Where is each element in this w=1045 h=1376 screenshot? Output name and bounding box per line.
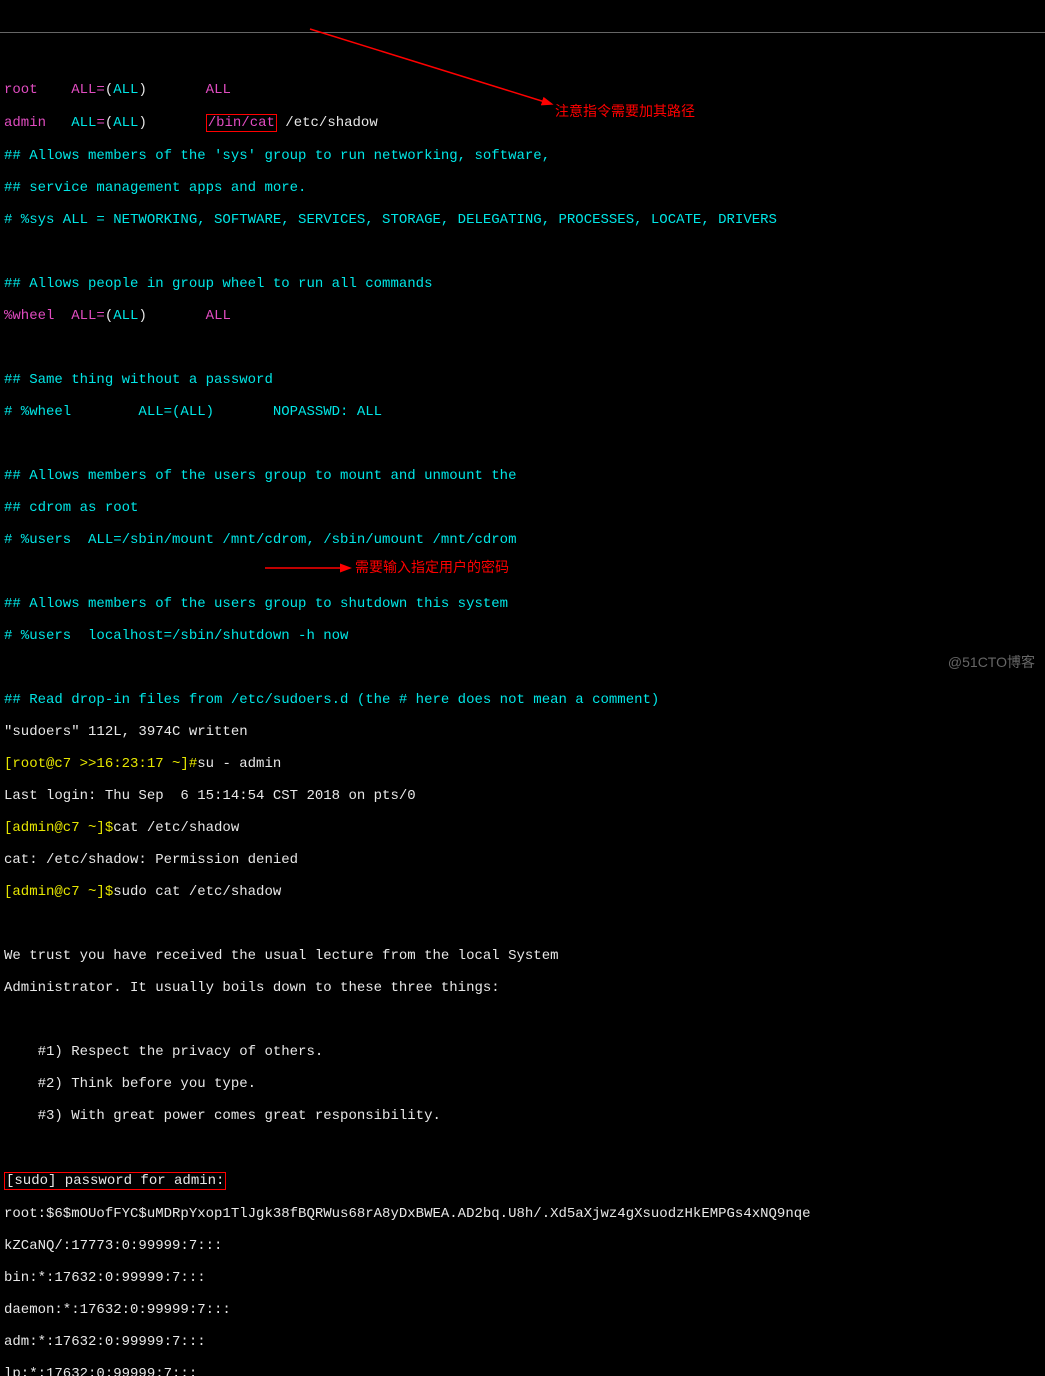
line: [root@c7 >>16:23:17 ~]#su - admin (4, 756, 1041, 772)
line: lp:*:17632:0:99999:7::: (4, 1366, 1041, 1376)
line: "sudoers" 112L, 3974C written (4, 724, 1041, 740)
command: sudo cat /etc/shadow (113, 884, 281, 900)
line: adm:*:17632:0:99999:7::: (4, 1334, 1041, 1350)
line: cat: /etc/shadow: Permission denied (4, 852, 1041, 868)
blank-line (4, 564, 1041, 580)
line: [admin@c7 ~]$sudo cat /etc/shadow (4, 884, 1041, 900)
blank-line (4, 916, 1041, 932)
line: Administrator. It usually boils down to … (4, 980, 1041, 996)
line: Last login: Thu Sep 6 15:14:54 CST 2018 … (4, 788, 1041, 804)
command: cat /etc/shadow (113, 820, 239, 836)
line: # %wheel ALL=(ALL) NOPASSWD: ALL (4, 404, 1041, 420)
line: [admin@c7 ~]$cat /etc/shadow (4, 820, 1041, 836)
annotation-text-1: 注意指令需要加其路径 (555, 103, 695, 119)
highlighted-path-box: /bin/cat (206, 114, 277, 132)
command: su - admin (197, 756, 281, 772)
line: root:$6$mOUofFYC$uMDRpYxop1TlJgk38fBQRWu… (4, 1206, 1041, 1222)
line: ## Same thing without a password (4, 372, 1041, 388)
line: daemon:*:17632:0:99999:7::: (4, 1302, 1041, 1318)
line: root ALL=(ALL) ALL (4, 82, 1041, 98)
line: [sudo] password for admin: (4, 1172, 1041, 1190)
blank-line (4, 1140, 1041, 1156)
terminal-output: root ALL=(ALL) ALL admin ALL=(ALL) /bin/… (0, 64, 1045, 1376)
annotation-text-2: 需要输入指定用户的密码 (355, 559, 509, 575)
line: admin ALL=(ALL) /bin/cat /etc/shadow (4, 114, 1041, 132)
line: # %users ALL=/sbin/mount /mnt/cdrom, /sb… (4, 532, 1041, 548)
divider-line (0, 32, 1045, 33)
line: #1) Respect the privacy of others. (4, 1044, 1041, 1060)
prompt-admin: [admin@c7 ~]$ (4, 884, 113, 900)
line: ## Allows members of the 'sys' group to … (4, 148, 1041, 164)
blank-line (4, 660, 1041, 676)
line: %wheel ALL=(ALL) ALL (4, 308, 1041, 324)
line: ## Read drop-in files from /etc/sudoers.… (4, 692, 1041, 708)
line: ## Allows members of the users group to … (4, 596, 1041, 612)
line: bin:*:17632:0:99999:7::: (4, 1270, 1041, 1286)
line: kZCaNQ/:17773:0:99999:7::: (4, 1238, 1041, 1254)
line: We trust you have received the usual lec… (4, 948, 1041, 964)
line: # %users localhost=/sbin/shutdown -h now (4, 628, 1041, 644)
watermark: @51CTO博客 (948, 654, 1035, 670)
line: ## service management apps and more. (4, 180, 1041, 196)
line: # %sys ALL = NETWORKING, SOFTWARE, SERVI… (4, 212, 1041, 228)
blank-line (4, 244, 1041, 260)
blank-line (4, 1012, 1041, 1028)
line: ## Allows people in group wheel to run a… (4, 276, 1041, 292)
line: #3) With great power comes great respons… (4, 1108, 1041, 1124)
blank-line (4, 340, 1041, 356)
sudo-password-prompt-box: [sudo] password for admin: (4, 1172, 226, 1190)
blank-line (4, 436, 1041, 452)
line: #2) Think before you type. (4, 1076, 1041, 1092)
prompt-admin: [admin@c7 ~]$ (4, 820, 113, 836)
line: ## Allows members of the users group to … (4, 468, 1041, 484)
line: ## cdrom as root (4, 500, 1041, 516)
prompt-root: [root@c7 >>16:23:17 ~]# (4, 756, 197, 772)
